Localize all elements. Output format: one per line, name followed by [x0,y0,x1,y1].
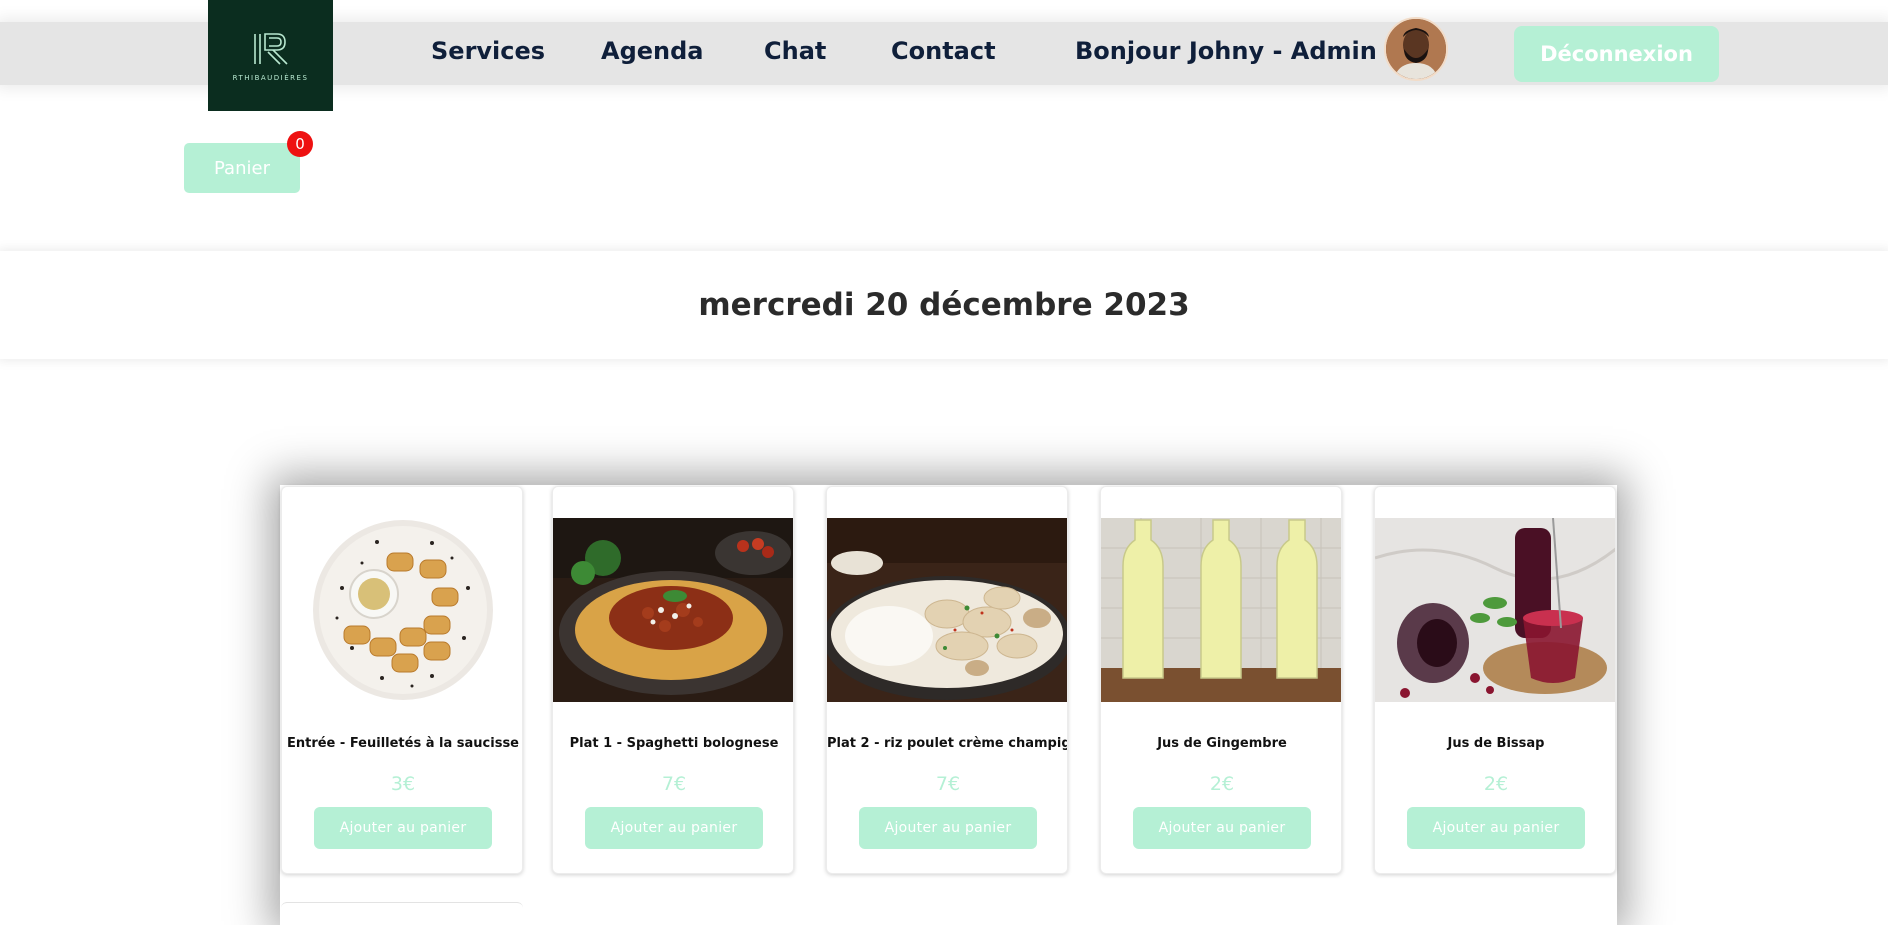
cart-button[interactable]: Panier [184,143,300,193]
menu-item-name: Plat 2 - riz poulet crème champignon [827,736,1067,751]
add-to-cart-button[interactable]: Ajouter au panier [314,807,492,849]
user-greeting: Bonjour Johny - Admin [1075,37,1377,65]
menu-card: Plat 2 - riz poulet crème champignon 7€ … [826,486,1068,874]
bissap-juice-image [1375,518,1615,702]
logo-mark-icon [253,32,288,65]
avatar[interactable] [1384,17,1448,81]
date-banner: mercredi 20 décembre 2023 [0,251,1888,359]
menu-item-price: 7€ [661,773,687,795]
menu-card: Jus de Bissap 2€ Ajouter au panier [1374,486,1616,874]
add-to-cart-button[interactable]: Ajouter au panier [585,807,763,849]
site-logo[interactable]: RTHIBAUDIÈRES [208,0,333,111]
nav-services[interactable]: Services [431,37,545,65]
menu-item-price: 7€ [935,773,961,795]
menu-card: Entrée - Feuilletés à la saucisse 3€ Ajo… [281,486,523,874]
date-title: mercredi 20 décembre 2023 [698,287,1190,323]
menu-item-price: 2€ [1483,773,1509,795]
nav-chat[interactable]: Chat [764,37,826,65]
menu-item-price: 3€ [390,773,416,795]
next-row-card-edge [281,902,523,913]
add-to-cart-button[interactable]: Ajouter au panier [1133,807,1311,849]
menu-item-price: 2€ [1209,773,1235,795]
logo-text: RTHIBAUDIÈRES [232,73,309,82]
menu-item-name: Entrée - Feuilletés à la saucisse [286,736,520,751]
ginger-juice-image [1101,518,1341,702]
menu-item-name: Jus de Gingembre [1157,736,1287,751]
rice-chicken-mushroom-image [827,518,1067,702]
avatar-person-icon [1386,19,1446,79]
add-to-cart-button[interactable]: Ajouter au panier [859,807,1037,849]
add-to-cart-button[interactable]: Ajouter au panier [1407,807,1585,849]
nav-contact[interactable]: Contact [891,37,996,65]
sausage-rolls-image [282,518,522,702]
logout-button[interactable]: Déconnexion [1514,26,1719,82]
nav-agenda[interactable]: Agenda [601,37,704,65]
menu-card: Jus de Gingembre 2€ Ajouter au panier [1100,486,1342,874]
menu-item-name: Jus de Bissap [1447,736,1545,751]
menu-item-name: Plat 1 - Spaghetti bolognese [569,736,779,751]
spaghetti-bolognese-image [553,518,793,702]
menu-card: Plat 1 - Spaghetti bolognese 7€ Ajouter … [552,486,794,874]
cart-count-badge: 0 [287,131,313,157]
